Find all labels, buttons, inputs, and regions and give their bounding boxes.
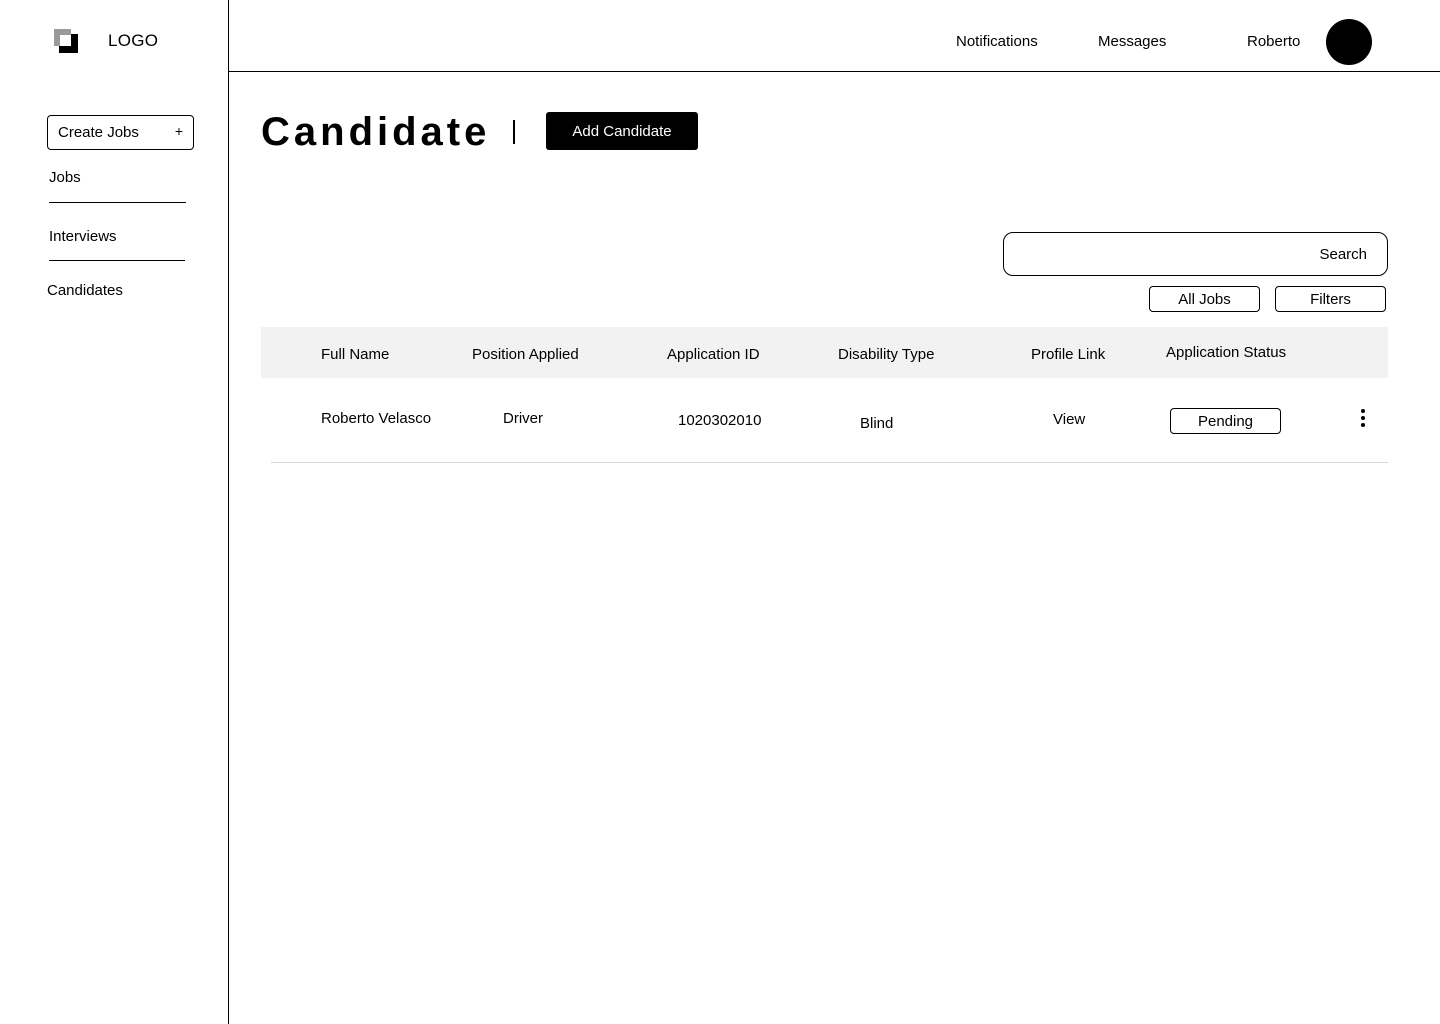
user-name[interactable]: Roberto xyxy=(1247,33,1300,50)
column-header-status[interactable]: Application Status xyxy=(1166,344,1286,361)
search-label[interactable]: Search xyxy=(1319,246,1367,263)
logo-icon xyxy=(54,29,78,53)
page-title: Candidate xyxy=(261,110,491,154)
profile-view-link[interactable]: View xyxy=(1053,411,1085,428)
cell-disability-type: Blind xyxy=(860,415,894,432)
column-header-application-id[interactable]: Application ID xyxy=(667,346,760,363)
add-candidate-button[interactable]: Add Candidate xyxy=(546,112,698,150)
divider xyxy=(49,202,186,203)
cell-position: Driver xyxy=(503,410,543,427)
all-jobs-button[interactable]: All Jobs xyxy=(1149,286,1260,312)
title-divider xyxy=(513,120,515,144)
column-header-profile-link[interactable]: Profile Link xyxy=(1031,346,1105,363)
row-divider xyxy=(271,462,1388,463)
status-badge: Pending xyxy=(1170,408,1281,434)
cell-application-id: 1020302010 xyxy=(678,412,762,429)
notifications-link[interactable]: Notifications xyxy=(956,33,1038,50)
messages-link[interactable]: Messages xyxy=(1098,33,1166,50)
cell-full-name: Roberto Velasco xyxy=(321,410,432,427)
column-header-disability-type[interactable]: Disability Type xyxy=(838,346,934,363)
logo-text: LOGO xyxy=(108,31,159,50)
sidebar: LOGO Create Jobs + Jobs Interviews Candi… xyxy=(0,0,229,1024)
plus-icon: + xyxy=(174,123,183,139)
create-jobs-button[interactable]: Create Jobs + xyxy=(47,115,194,150)
sidebar-item-jobs[interactable]: Jobs xyxy=(49,169,81,186)
filters-button[interactable]: Filters xyxy=(1275,286,1386,312)
divider xyxy=(49,260,185,261)
column-header-position[interactable]: Position Applied xyxy=(472,346,579,363)
sidebar-item-candidates[interactable]: Candidates xyxy=(47,282,123,299)
table-header: Full Name Position Applied Application I… xyxy=(261,327,1388,378)
search-input[interactable]: Search xyxy=(1003,232,1388,276)
column-header-full-name[interactable]: Full Name xyxy=(321,346,389,363)
more-options-icon[interactable] xyxy=(1355,409,1371,429)
top-header: Notifications Messages Roberto xyxy=(229,0,1440,72)
create-jobs-label: Create Jobs xyxy=(58,124,139,141)
avatar[interactable] xyxy=(1326,19,1372,65)
sidebar-item-interviews[interactable]: Interviews xyxy=(49,228,117,245)
